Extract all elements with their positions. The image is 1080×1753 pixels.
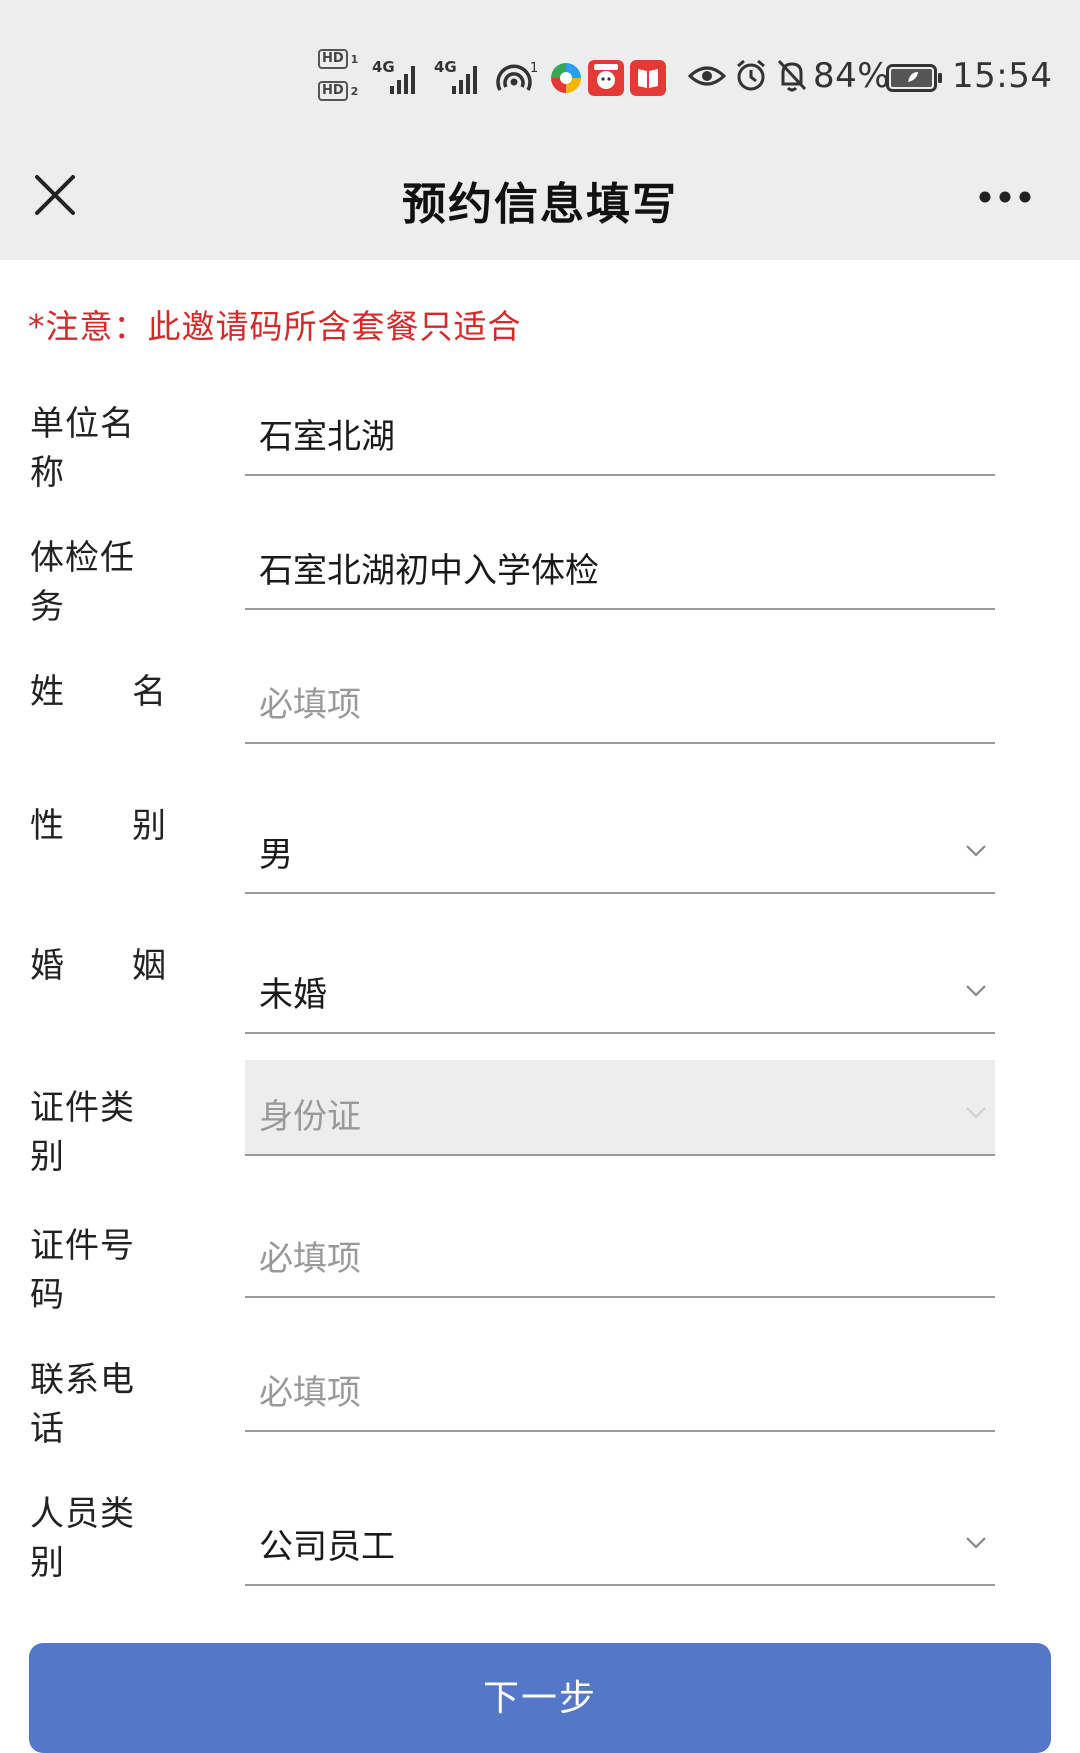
svg-text:1: 1: [530, 61, 538, 76]
label-unit: 单位名称: [30, 404, 135, 493]
label-gender: 性 别: [30, 806, 166, 846]
status-bar: HD 1 HD 2 4G 4G 1 84% 15:54: [0, 0, 1080, 150]
app-notification-icon-1: [551, 63, 581, 93]
task-field: 石室北湖初中入学体检: [245, 530, 995, 610]
phone-placeholder: 必填项: [259, 1373, 361, 1413]
notice-text: *注意：此邀请码所含套餐只适合: [28, 307, 522, 346]
form-row-id-number: 证件号码 必填项: [0, 1218, 1080, 1328]
battery-percent: 84%: [813, 56, 891, 96]
person-type-value: 公司员工: [259, 1527, 395, 1567]
label-id-type: 证件类别: [30, 1088, 135, 1177]
mute-bell-icon: [777, 59, 807, 92]
label-person-type: 人员类别: [30, 1494, 135, 1583]
label-task: 体检任务: [30, 538, 135, 627]
form-row-marital: 婚 姻 未婚: [0, 938, 1080, 1048]
unit-field: 石室北湖: [245, 396, 995, 476]
app-notification-icon-3: [630, 60, 666, 96]
eye-icon: [688, 66, 726, 86]
task-value: 石室北湖初中入学体检: [259, 551, 599, 591]
form-row-unit: 单位名称 石室北湖: [0, 396, 1080, 506]
title-bar: 预约信息填写: [0, 150, 1080, 260]
next-step-label: 下一步: [482, 1678, 597, 1719]
marital-select[interactable]: 未婚: [245, 938, 995, 1034]
form-row-task: 体检任务 石室北湖初中入学体检: [0, 530, 1080, 640]
next-step-button[interactable]: 下一步: [29, 1643, 1051, 1753]
form-row-id-type: 证件类别 身份证: [0, 1060, 1080, 1190]
gender-value: 男: [259, 835, 293, 875]
signal-sim2-icon: 4G: [434, 58, 488, 96]
form-row-person-type: 人员类别 公司员工: [0, 1486, 1080, 1596]
hotspot-icon: 1: [496, 61, 538, 91]
gender-select[interactable]: 男: [245, 798, 995, 894]
label-marital: 婚 姻: [30, 946, 166, 986]
alarm-icon: [737, 59, 765, 91]
signal-sim1-icon: 4G: [372, 58, 426, 96]
id-number-input[interactable]: 必填项: [245, 1218, 995, 1298]
name-input[interactable]: 必填项: [245, 664, 995, 744]
name-placeholder: 必填项: [259, 685, 361, 725]
unit-value: 石室北湖: [259, 417, 395, 457]
hd-voice-2-icon: HD 2: [318, 80, 364, 102]
chevron-down-icon: [966, 985, 986, 997]
id-type-select[interactable]: 身份证: [245, 1060, 995, 1156]
chevron-down-icon: [966, 1107, 986, 1119]
id-type-value: 身份证: [259, 1097, 361, 1137]
label-phone: 联系电话: [30, 1360, 135, 1449]
marital-value: 未婚: [259, 975, 327, 1015]
id-number-placeholder: 必填项: [259, 1239, 361, 1279]
clock-time: 15:54: [952, 56, 1053, 96]
form-row-phone: 联系电话 必填项: [0, 1352, 1080, 1462]
form-row-gender: 性 别 男: [0, 798, 1080, 908]
app-notification-icon-2: [588, 60, 624, 96]
label-name: 姓 名: [30, 672, 166, 712]
chevron-down-icon: [966, 1537, 986, 1549]
page-title: 预约信息填写: [402, 179, 678, 230]
more-icon[interactable]: [978, 190, 1032, 204]
phone-input[interactable]: 必填项: [245, 1352, 995, 1432]
hd-voice-1-icon: HD 1: [318, 48, 364, 70]
chevron-down-icon: [966, 845, 986, 857]
hd-indicators: HD 1 HD 2: [318, 48, 364, 108]
label-id-number: 证件号码: [30, 1226, 135, 1315]
form-row-name: 姓 名 必填项: [0, 664, 1080, 774]
battery-icon: [886, 64, 942, 92]
person-type-select[interactable]: 公司员工: [245, 1486, 995, 1586]
